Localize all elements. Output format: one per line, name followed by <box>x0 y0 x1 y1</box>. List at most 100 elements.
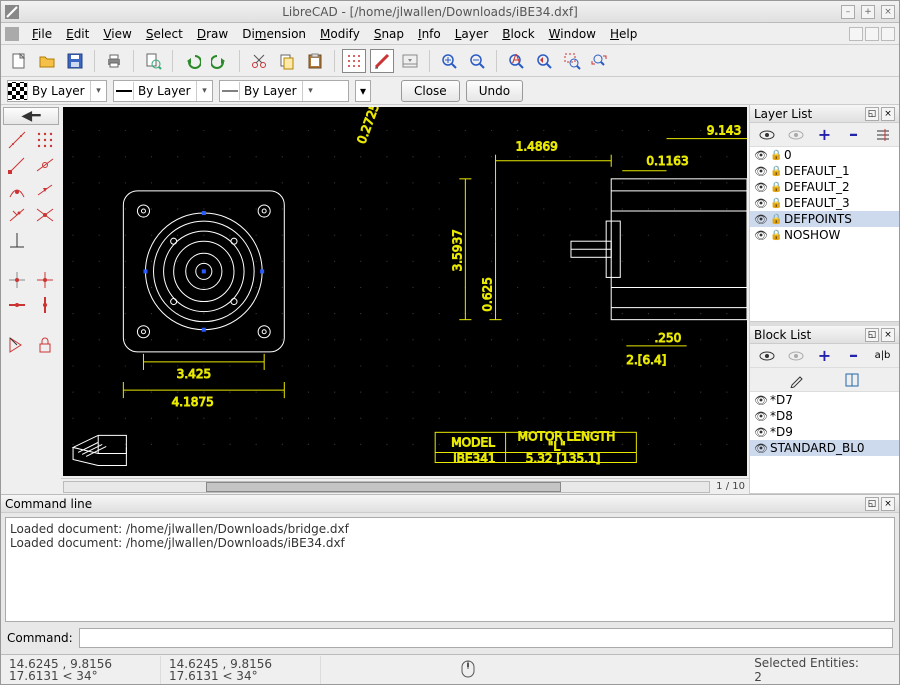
menu-edit[interactable]: Edit <box>59 25 96 43</box>
menu-help[interactable]: Help <box>603 25 644 43</box>
menu-view[interactable]: View <box>96 25 138 43</box>
eye-icon[interactable]: 👁 <box>754 149 766 162</box>
tool-on-entity[interactable] <box>32 153 60 177</box>
command-panel-float[interactable]: ◱ <box>865 497 879 511</box>
block-panel-close[interactable]: × <box>881 328 895 342</box>
add-layer-button[interactable]: + <box>815 125 835 145</box>
command-log[interactable]: Loaded document: /home/jlwallen/Download… <box>5 517 895 622</box>
rename-block-button[interactable]: a|b <box>873 346 893 366</box>
menu-layer[interactable]: Layer <box>448 25 495 43</box>
mdi-close-button[interactable] <box>881 27 895 41</box>
layer-row[interactable]: 👁🔒DEFPOINTS <box>750 211 899 227</box>
menu-draw[interactable]: Draw <box>190 25 235 43</box>
lock-icon[interactable]: 🔒 <box>770 166 780 177</box>
command-panel-close[interactable]: × <box>881 497 895 511</box>
undo-action-button[interactable]: Undo <box>466 80 523 102</box>
lock-icon[interactable]: 🔒 <box>770 198 780 209</box>
tool-middle[interactable] <box>32 178 60 202</box>
zoom-in-button[interactable] <box>437 49 461 73</box>
tool-intersect[interactable] <box>32 203 60 227</box>
linetype-expand[interactable]: ▾ <box>355 80 371 102</box>
save-button[interactable] <box>63 49 87 73</box>
lock-icon[interactable]: 🔒 <box>770 182 780 193</box>
zoom-prev-button[interactable] <box>532 49 556 73</box>
maximize-button[interactable]: + <box>861 5 875 19</box>
eye-icon[interactable]: 👁 <box>754 410 766 423</box>
eye-icon[interactable]: 👁 <box>754 181 766 194</box>
remove-block-button[interactable]: – <box>844 346 864 366</box>
menu-file[interactable]: File <box>25 25 59 43</box>
menu-modify[interactable]: Modify <box>313 25 367 43</box>
layer-row[interactable]: 👁🔒NOSHOW <box>750 227 899 243</box>
layer-list[interactable]: 👁🔒0👁🔒DEFAULT_1👁🔒DEFAULT_2👁🔒DEFAULT_3👁🔒DE… <box>750 147 899 321</box>
edit-layer-button[interactable] <box>873 125 893 145</box>
tool-perp[interactable] <box>3 228 31 252</box>
block-list[interactable]: 👁*D7👁*D8👁*D9👁STANDARD_BL0 <box>750 392 899 493</box>
eye-icon[interactable]: 👁 <box>754 229 766 242</box>
horizontal-scrollbar[interactable]: 1 / 10 <box>61 478 749 494</box>
print-preview-button[interactable] <box>141 49 165 73</box>
width-combo[interactable]: By Layer ▾ <box>113 80 213 102</box>
eye-icon[interactable]: 👁 <box>754 197 766 210</box>
close-button[interactable]: Close <box>401 80 460 102</box>
block-row[interactable]: 👁*D7 <box>750 392 899 408</box>
eye-icon[interactable]: 👁 <box>754 213 766 226</box>
remove-layer-button[interactable]: – <box>844 125 864 145</box>
edit-block-button[interactable] <box>787 370 807 390</box>
copy-button[interactable] <box>275 49 299 73</box>
eye-icon[interactable] <box>757 125 777 145</box>
zoom-out-button[interactable] <box>465 49 489 73</box>
eye-icon[interactable]: 👁 <box>754 165 766 178</box>
drawing-canvas[interactable]: 0.2725 3.425 4.1875 <box>63 107 747 476</box>
zoom-pan-button[interactable] <box>588 49 612 73</box>
mdi-min-button[interactable] <box>849 27 863 41</box>
restrict-ortho[interactable] <box>32 268 60 292</box>
tool-back-button[interactable]: ◀━ <box>3 107 59 125</box>
lock-icon[interactable]: 🔒 <box>770 230 780 241</box>
menu-block[interactable]: Block <box>495 25 541 43</box>
tool-point[interactable] <box>3 128 31 152</box>
statusbar-toggle[interactable] <box>398 49 422 73</box>
tool-dist[interactable] <box>3 203 31 227</box>
restrict-nothing[interactable] <box>3 268 31 292</box>
layer-row[interactable]: 👁🔒DEFAULT_3 <box>750 195 899 211</box>
paste-button[interactable] <box>303 49 327 73</box>
color-combo[interactable]: By Layer ▾ <box>7 80 107 102</box>
new-button[interactable] <box>7 49 31 73</box>
cut-button[interactable] <box>247 49 271 73</box>
tool-grid[interactable] <box>32 128 60 152</box>
block-row[interactable]: 👁STANDARD_BL0 <box>750 440 899 456</box>
tool-center[interactable] <box>3 178 31 202</box>
block-row[interactable]: 👁*D8 <box>750 408 899 424</box>
menu-select[interactable]: Select <box>139 25 190 43</box>
menu-dimension[interactable]: Dimension <box>235 25 313 43</box>
zoom-auto-button[interactable]: A <box>504 49 528 73</box>
add-block-button[interactable]: + <box>815 346 835 366</box>
eye-icon[interactable]: 👁 <box>754 426 766 439</box>
lock-rel-zero[interactable] <box>32 333 60 357</box>
restrict-vert[interactable] <box>32 293 60 317</box>
block-row[interactable]: 👁*D9 <box>750 424 899 440</box>
restrict-horiz[interactable] <box>3 293 31 317</box>
eye-icon[interactable]: 👁 <box>754 442 766 455</box>
mdi-restore-button[interactable] <box>865 27 879 41</box>
layer-row[interactable]: 👁🔒DEFAULT_1 <box>750 163 899 179</box>
layer-panel-float[interactable]: ◱ <box>865 107 879 121</box>
eye-icon[interactable]: 👁 <box>754 394 766 407</box>
close-window-button[interactable]: × <box>881 5 895 19</box>
zoom-window-button[interactable] <box>560 49 584 73</box>
menu-window[interactable]: Window <box>542 25 603 43</box>
undo-button[interactable] <box>180 49 204 73</box>
print-button[interactable] <box>102 49 126 73</box>
set-rel-zero[interactable] <box>3 333 31 357</box>
draft-toggle[interactable] <box>370 49 394 73</box>
command-input[interactable] <box>79 628 893 648</box>
eye-icon[interactable] <box>757 346 777 366</box>
block-panel-float[interactable]: ◱ <box>865 328 879 342</box>
eye-off-icon[interactable] <box>786 125 806 145</box>
layer-panel-close[interactable]: × <box>881 107 895 121</box>
open-button[interactable] <box>35 49 59 73</box>
lock-icon[interactable]: 🔒 <box>770 150 780 161</box>
tool-endpoint[interactable] <box>3 153 31 177</box>
grid-toggle[interactable] <box>342 49 366 73</box>
